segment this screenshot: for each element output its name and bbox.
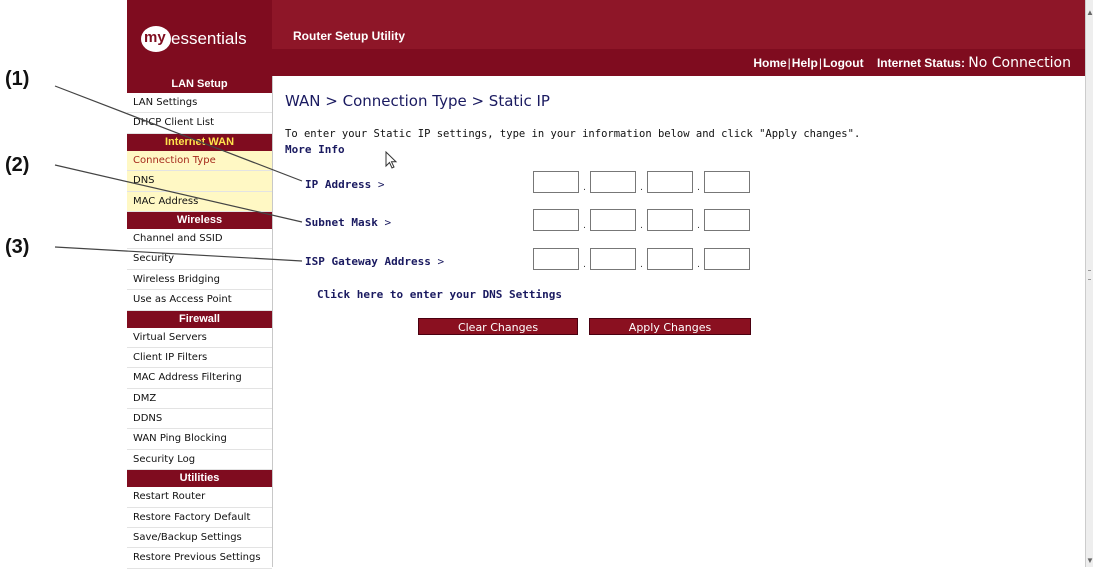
callout-2: (2) (5, 154, 30, 176)
app-title: Router Setup Utility (293, 29, 406, 43)
vertical-scrollbar[interactable]: ▲ ▼ (1085, 0, 1093, 567)
sidebar-section-lan-setup: LAN Setup (127, 76, 272, 93)
sidebar-section-utilities: Utilities (127, 470, 272, 488)
sidebar-item-mac-filtering[interactable]: MAC Address Filtering (127, 368, 272, 389)
header-bar: my essentials Router Setup Utility Home|… (127, 0, 1085, 76)
gateway-label-text: ISP Gateway Address (305, 255, 431, 268)
clear-changes-button[interactable]: Clear Changes (418, 318, 578, 335)
ip-address-octet-4[interactable] (704, 171, 750, 193)
subnet-mask-octet-3[interactable] (647, 209, 693, 231)
browser-window: my essentials Router Setup Utility Home|… (127, 0, 1085, 569)
sidebar: LAN Setup LAN Settings DHCP Client List … (127, 76, 273, 569)
sidebar-item-restart-router[interactable]: Restart Router (127, 487, 272, 508)
gateway-dot-1: . (583, 259, 586, 270)
sidebar-item-dhcp-client-list[interactable]: DHCP Client List (127, 113, 272, 134)
scroll-up-arrow-icon[interactable]: ▲ (1086, 8, 1093, 17)
callout-3: (3) (5, 236, 30, 258)
sidebar-item-security[interactable]: Security (127, 249, 272, 270)
sidebar-section-internet-wan: Internet WAN (127, 133, 272, 151)
sidebar-item-lan-settings[interactable]: LAN Settings (127, 93, 272, 114)
ip-address-octet-2[interactable] (590, 171, 636, 193)
sidebar-item-security-log[interactable]: Security Log (127, 450, 272, 471)
gateway-octet-3[interactable] (647, 248, 693, 270)
gateway-octet-1[interactable] (533, 248, 579, 270)
sidebar-item-mac-address[interactable]: MAC Address (127, 191, 272, 212)
sidebar-item-wan-ping-blocking[interactable]: WAN Ping Blocking (127, 429, 272, 450)
dns-settings-link[interactable]: Click here to enter your DNS Settings (317, 288, 562, 301)
sidebar-item-ddns[interactable]: DDNS (127, 409, 272, 430)
sidebar-section-wireless: Wireless (127, 211, 272, 229)
callout-1: (1) (5, 68, 30, 90)
ip-dot-2: . (640, 182, 643, 193)
subnet-dot-3: . (697, 220, 700, 231)
scroll-down-arrow-icon[interactable]: ▼ (1086, 556, 1093, 565)
subnet-mask-octet-2[interactable] (590, 209, 636, 231)
ip-address-label-text: IP Address (305, 178, 372, 191)
logo-my: my (144, 29, 166, 46)
sidebar-item-access-point[interactable]: Use as Access Point (127, 290, 272, 311)
page-title: WAN > Connection Type > Static IP (285, 92, 550, 110)
ip-address-label: IP Address > (305, 178, 384, 191)
home-link[interactable]: Home (753, 56, 786, 70)
main-content: WAN > Connection Type > Static IP To ent… (285, 76, 1065, 567)
gateway-octet-4[interactable] (704, 248, 750, 270)
top-navigation: Home|Help|Logout Internet Status: No Con… (753, 55, 1071, 71)
ip-address-octet-1[interactable] (533, 171, 579, 193)
help-link[interactable]: Help (792, 56, 818, 70)
logo-name: essentials (171, 29, 247, 48)
more-info-link[interactable]: More Info (285, 143, 345, 156)
internet-status-value: No Connection (968, 55, 1071, 71)
sidebar-item-dns[interactable]: DNS (127, 171, 272, 192)
subnet-mask-label: Subnet Mask > (305, 216, 391, 229)
gateway-octet-2[interactable] (590, 248, 636, 270)
ip-dot-1: . (583, 182, 586, 193)
gateway-dot-2: . (640, 259, 643, 270)
intro-text: To enter your Static IP settings, type i… (285, 128, 861, 140)
gateway-label: ISP Gateway Address > (305, 255, 444, 268)
logout-link[interactable]: Logout (823, 56, 864, 70)
sidebar-section-firewall: Firewall (127, 310, 272, 328)
sidebar-item-virtual-servers[interactable]: Virtual Servers (127, 328, 272, 348)
scroll-grip-icon[interactable] (1088, 270, 1091, 280)
sidebar-item-client-ip-filters[interactable]: Client IP Filters (127, 348, 272, 369)
ip-address-field: . . . (533, 171, 750, 193)
ip-address-octet-3[interactable] (647, 171, 693, 193)
subnet-mask-arrow: > (384, 216, 392, 229)
sidebar-item-channel-ssid[interactable]: Channel and SSID (127, 229, 272, 250)
sidebar-item-save-backup[interactable]: Save/Backup Settings (127, 528, 272, 549)
subnet-mask-label-text: Subnet Mask (305, 216, 378, 229)
gateway-dot-3: . (697, 259, 700, 270)
subnet-dot-2: . (640, 220, 643, 231)
subnet-dot-1: . (583, 220, 586, 231)
internet-status-label: Internet Status: (876, 56, 965, 70)
sidebar-item-wireless-bridging[interactable]: Wireless Bridging (127, 270, 272, 291)
gateway-arrow: > (437, 255, 445, 268)
subnet-mask-octet-4[interactable] (704, 209, 750, 231)
ip-address-arrow: > (377, 178, 385, 191)
brand-logo[interactable]: my essentials (141, 26, 271, 52)
sidebar-item-restore-previous[interactable]: Restore Previous Settings (127, 548, 272, 569)
ip-dot-3: . (697, 182, 700, 193)
gateway-field: . . . (533, 248, 750, 270)
sidebar-item-connection-type[interactable]: Connection Type (127, 150, 272, 172)
subnet-mask-octet-1[interactable] (533, 209, 579, 231)
sidebar-item-dmz[interactable]: DMZ (127, 389, 272, 410)
mouse-pointer-icon (385, 151, 398, 169)
apply-changes-button[interactable]: Apply Changes (589, 318, 751, 335)
sidebar-item-restore-factory[interactable]: Restore Factory Default (127, 508, 272, 529)
subnet-mask-field: . . . (533, 209, 750, 231)
